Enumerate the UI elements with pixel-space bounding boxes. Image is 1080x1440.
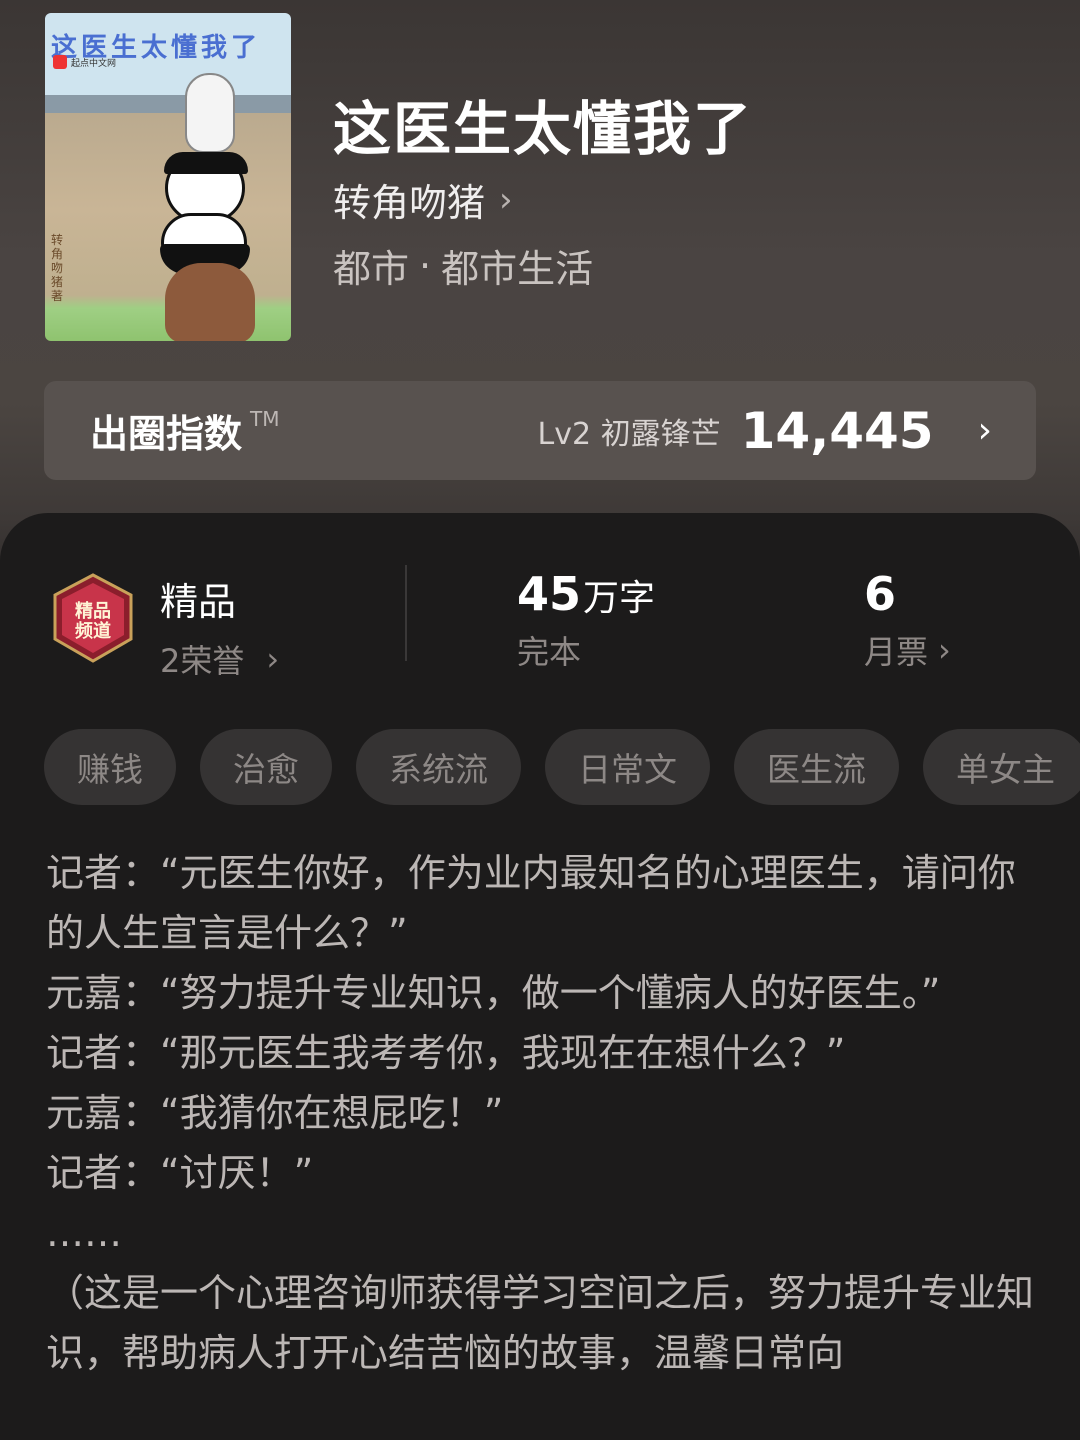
synopsis-line: 元嘉：“努力提升专业知识，做一个懂病人的好医生。”: [46, 971, 941, 1015]
subgenre: 都市生活: [441, 247, 594, 291]
bear-illustration: [165, 263, 255, 341]
cover-author-art: 转角吻猪著: [51, 233, 64, 303]
monthly-ticket-label: 月票: [864, 633, 929, 671]
book-detail-page: 这医生太懂我了 起点中文网 转角吻猪著 这医生太懂我了 转角吻猪 › 都市 · …: [0, 0, 1080, 1440]
tag-list: 赚钱 治愈 系统流 日常文 医生流 单女主: [44, 729, 1080, 805]
synopsis-line: ……: [46, 1211, 122, 1255]
genre: 都市: [333, 247, 410, 291]
cover-wall-illustration: [45, 95, 291, 113]
tag-chip[interactable]: 单女主: [923, 729, 1080, 805]
monthly-ticket-stat[interactable]: 6 月票 ›: [864, 567, 951, 673]
synopsis-line: 元嘉：“我猜你在想屁吃！”: [46, 1091, 504, 1135]
author-link[interactable]: 转角吻猪 ›: [333, 172, 513, 227]
synopsis[interactable]: 记者：“元医生你好，作为业内最知名的心理医生，请问你的人生宣言是什么？” 元嘉：…: [46, 843, 1036, 1383]
svg-text:频道: 频道: [75, 620, 111, 642]
circle-index-level: Lv2 初露锋芒: [537, 416, 721, 452]
chevron-right-icon: ›: [499, 179, 513, 220]
completion-status: 完本: [517, 633, 582, 671]
circle-index-value: Lv2 初露锋芒 14,445 ›: [538, 402, 992, 460]
premium-channel-badge-icon[interactable]: 精品 频道: [47, 573, 139, 665]
trademark-mark: TM: [250, 407, 280, 431]
synopsis-line: 记者：“讨厌！”: [46, 1151, 314, 1195]
genre-row: 都市 · 都市生活: [333, 238, 593, 293]
publisher-logo-icon: [53, 55, 67, 69]
synopsis-line: （这是一个心理咨询师获得学习空间之后，努力提升专业知识，帮助病人打开心结苦恼的故…: [46, 1271, 1035, 1375]
quality-stat[interactable]: 精品 2荣誉 ›: [160, 571, 279, 682]
circle-index-label: 出圈指数 TM: [90, 403, 280, 458]
chevron-right-icon: ›: [266, 640, 280, 678]
cat-illustration: [185, 73, 235, 153]
tag-chip[interactable]: 赚钱: [44, 729, 176, 805]
book-info-panel: 精品 频道 精品 2荣誉 › 45 万字 完本 6 月票 › 赚钱 治愈 系统流…: [0, 513, 1080, 1440]
honors-label: 2荣誉: [160, 642, 245, 680]
word-count-value: 45 万字: [517, 567, 655, 621]
cover-publisher: 起点中文网: [53, 55, 116, 69]
cover-publisher-text: 起点中文网: [71, 58, 117, 69]
word-count-stat: 45 万字 完本: [517, 567, 655, 673]
book-title: 这医生太懂我了: [333, 95, 754, 163]
circle-index-score: 14,445: [740, 401, 934, 460]
chevron-right-icon: ›: [977, 410, 992, 451]
circle-index-title: 出圈指数: [90, 412, 243, 456]
genre-separator: ·: [419, 243, 432, 288]
synopsis-line: 记者：“元医生你好，作为业内最知名的心理医生，请问你的人生宣言是什么？”: [46, 851, 1016, 955]
word-count-unit: 万字: [583, 578, 656, 619]
chevron-right-icon: ›: [938, 631, 951, 669]
author-name: 转角吻猪: [333, 181, 486, 225]
synopsis-line: 记者：“那元医生我考考你，我现在在想什么？”: [46, 1031, 846, 1075]
tag-chip[interactable]: 医生流: [734, 729, 899, 805]
quality-value: 精品: [160, 580, 237, 624]
word-count-number: 45: [517, 567, 582, 621]
monthly-ticket-link[interactable]: 月票 ›: [864, 627, 951, 673]
tag-chip[interactable]: 系统流: [356, 729, 521, 805]
tag-chip[interactable]: 日常文: [545, 729, 710, 805]
badge-text: 精品: [75, 600, 111, 622]
tag-chip[interactable]: 治愈: [200, 729, 332, 805]
stat-divider: [405, 565, 407, 661]
monthly-ticket-value: 6: [864, 567, 897, 621]
circle-index-bar[interactable]: 出圈指数 TM Lv2 初露锋芒 14,445 ›: [44, 381, 1036, 480]
honors-link[interactable]: 2荣誉 ›: [160, 636, 279, 682]
book-cover[interactable]: 这医生太懂我了 起点中文网 转角吻猪著: [45, 13, 291, 341]
